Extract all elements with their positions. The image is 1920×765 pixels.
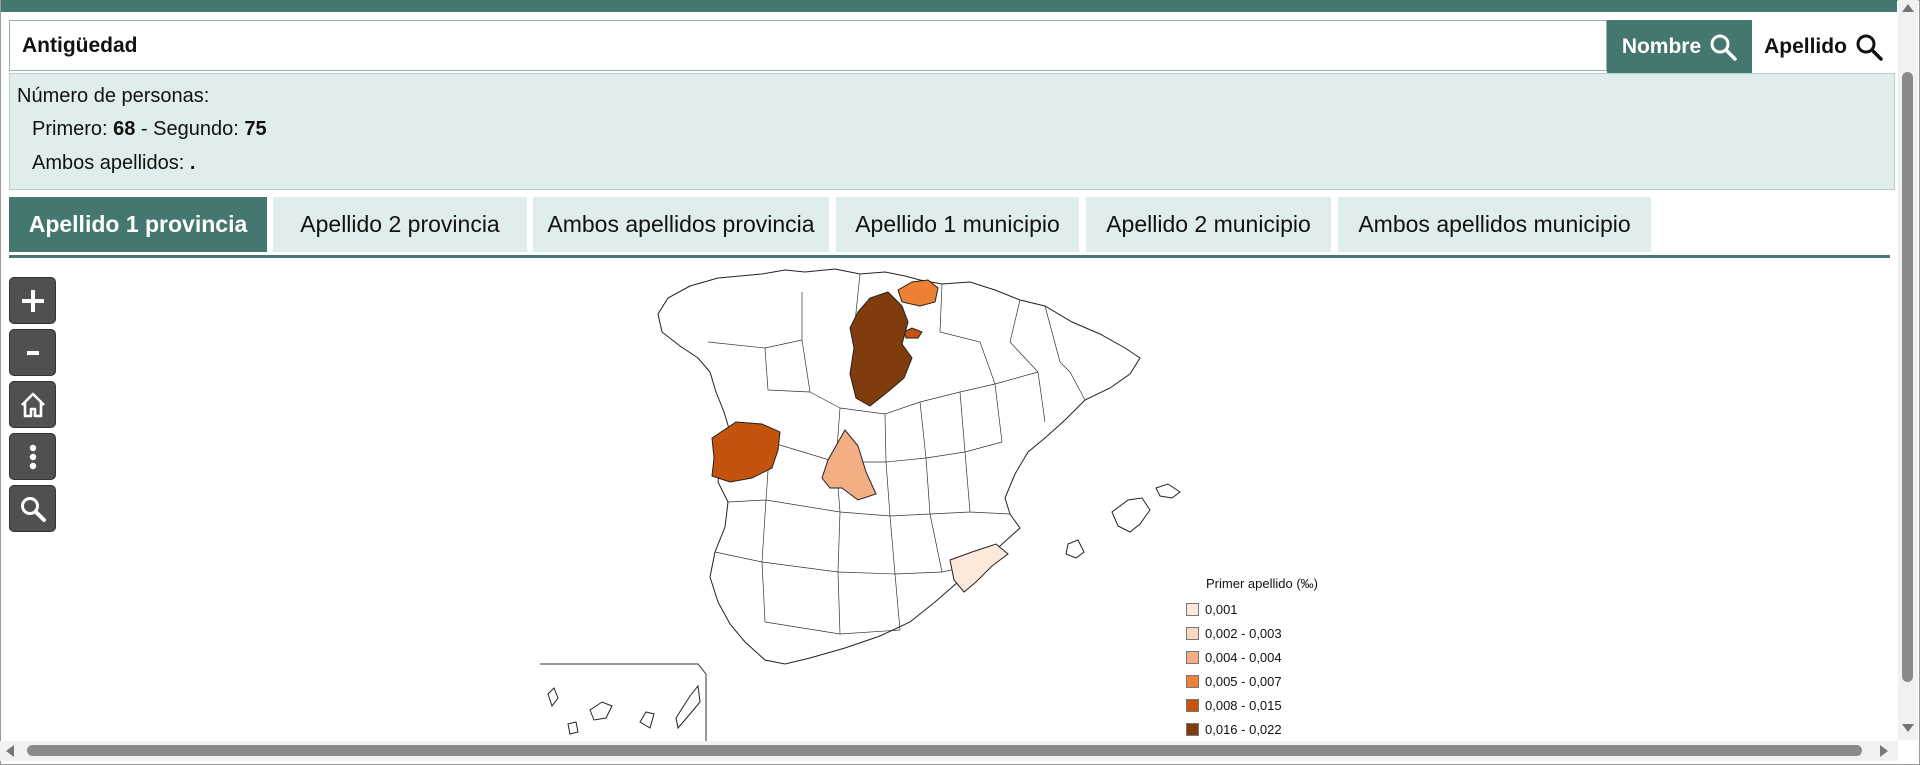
legend-label: 0,001 (1205, 601, 1238, 617)
people-count-panel: Número de personas: Primero: 68 - Segund… (9, 73, 1895, 190)
search-by-name-button[interactable]: Nombre (1607, 20, 1752, 73)
vertical-scrollbar[interactable] (1898, 0, 1918, 740)
legend-item: 0,008 - 0,015 (1186, 696, 1282, 714)
home-button[interactable] (9, 381, 56, 428)
tab-ambos-apellidos-municipio[interactable]: Ambos apellidos municipio (1338, 197, 1651, 252)
legend-label: 0,008 - 0,015 (1205, 697, 1282, 713)
search-icon (1855, 33, 1883, 61)
primero-value: 68 (113, 118, 136, 140)
legend-swatch (1186, 674, 1199, 688)
canary-islands (547, 684, 701, 735)
legend-label: 0,002 - 0,003 (1205, 625, 1282, 641)
ambos-value: . (189, 152, 196, 174)
legend-title: Primer apellido (‰) (1206, 576, 1318, 591)
map-search-button[interactable] (9, 485, 56, 532)
balearic-islands (1065, 483, 1181, 559)
surname-search-input[interactable] (9, 20, 1607, 71)
scroll-right-arrow-icon[interactable] (1880, 745, 1888, 757)
search-by-surname-button[interactable]: Apellido (1752, 20, 1895, 73)
scroll-left-arrow-icon[interactable] (6, 745, 14, 757)
segundo-value: 75 (244, 118, 267, 140)
tab-apellido-2-provincia[interactable]: Apellido 2 provincia (273, 197, 527, 252)
both-surnames-count: Ambos apellidos: . (32, 152, 195, 175)
count-heading: Número de personas: (17, 85, 210, 107)
map-view-tabs: Apellido 1 provincia Apellido 2 provinci… (9, 197, 1890, 258)
tab-apellido-1-provincia[interactable]: Apellido 1 provincia (9, 197, 267, 252)
legend-swatch (1186, 698, 1199, 712)
tab-apellido-2-municipio[interactable]: Apellido 2 municipio (1086, 197, 1331, 252)
more-options-button[interactable] (9, 433, 56, 480)
tab-ambos-apellidos-provincia[interactable]: Ambos apellidos provincia (533, 197, 829, 252)
zoom-in-icon (21, 289, 44, 312)
legend-swatch (1186, 722, 1199, 736)
search-bar: Nombre Apellido (9, 20, 1895, 73)
nombre-button-label: Nombre (1621, 34, 1702, 58)
legend-item: 0,001 (1186, 600, 1238, 618)
legend-item: 0,005 - 0,007 (1186, 672, 1282, 690)
primero-label: Primero: (32, 118, 114, 140)
scroll-up-arrow-icon[interactable] (1902, 4, 1914, 12)
first-second-counts: Primero: 68 - Segundo: 75 (32, 118, 267, 141)
search-icon (20, 496, 46, 522)
apellido-button-label: Apellido (1764, 34, 1847, 58)
legend-item: 0,002 - 0,003 (1186, 624, 1282, 642)
scroll-down-arrow-icon[interactable] (1902, 724, 1914, 732)
spain-province-map[interactable] (540, 262, 1360, 742)
legend-label: 0,005 - 0,007 (1205, 673, 1282, 689)
zoom-in-button[interactable] (9, 277, 56, 324)
home-icon (20, 392, 45, 417)
legend-label: 0,004 - 0,004 (1205, 649, 1282, 665)
vertical-scroll-thumb[interactable] (1902, 72, 1913, 682)
zoom-out-icon (26, 350, 39, 355)
horizontal-scroll-thumb[interactable] (27, 745, 1862, 756)
legend-item: 0,004 - 0,004 (1186, 648, 1282, 666)
ambos-label: Ambos apellidos: (32, 152, 190, 174)
legend-swatch (1186, 650, 1199, 664)
search-icon (1709, 33, 1737, 61)
legend-item: 0,016 - 0,022 (1186, 720, 1282, 738)
zoom-out-button[interactable] (9, 329, 56, 376)
top-accent-bar (1, 0, 1897, 12)
legend-swatch (1186, 626, 1199, 640)
segundo-label: - Segundo: (135, 118, 245, 140)
legend-swatch (1186, 602, 1199, 616)
tab-apellido-1-municipio[interactable]: Apellido 1 municipio (836, 197, 1079, 252)
canary-inset-frame (540, 663, 707, 742)
horizontal-scrollbar[interactable] (0, 741, 1898, 761)
more-vertical-icon (29, 444, 36, 469)
legend-label: 0,016 - 0,022 (1205, 721, 1282, 737)
